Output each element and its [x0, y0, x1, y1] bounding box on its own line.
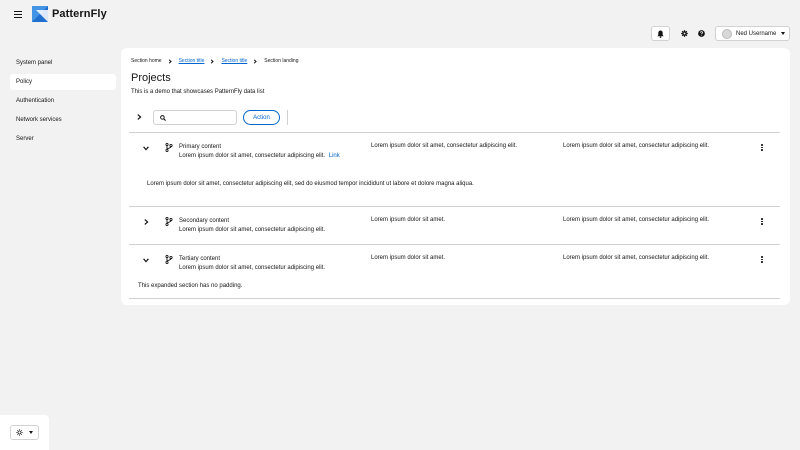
chevron-right-icon: [144, 219, 149, 225]
settings-button[interactable]: [676, 26, 692, 40]
row-title: Primary content: [179, 144, 222, 150]
page-description: This is a demo that showcases PatternFly…: [131, 89, 265, 95]
gear-icon: [680, 29, 688, 37]
toolbar-expand-toggle[interactable]: [136, 114, 142, 120]
chevron-down-icon: [143, 258, 149, 263]
row-subtitle: Lorem ipsum dolor sit amet, consectetur …: [179, 227, 326, 233]
help-icon: [697, 29, 705, 37]
brand-name: PatternFly: [52, 8, 107, 20]
row-subtitle-line: Lorem ipsum dolor sit amet, consectetur …: [179, 152, 340, 161]
action-button[interactable]: Action: [243, 110, 280, 125]
breadcrumb-link[interactable]: Section title: [179, 58, 205, 64]
sidebar-item-label: Policy: [16, 79, 33, 85]
search-input[interactable]: [170, 114, 230, 121]
row-expanded-content: This expanded section has no padding.: [138, 283, 243, 289]
masthead: PatternFly Ned Username: [0, 0, 800, 44]
data-list-row: Tertiary content Lorem ipsum dolor sit a…: [129, 245, 780, 299]
sidebar-item-label: System panel: [16, 60, 53, 66]
chevron-right-icon: [137, 114, 142, 120]
main-panel: Section home Section title Section title…: [121, 48, 790, 305]
caret-down-icon: [29, 431, 33, 434]
code-branch-icon: [165, 255, 173, 264]
breadcrumb-item-home[interactable]: Section home: [131, 58, 162, 64]
row-title: Tertiary content: [179, 256, 221, 262]
row-toggle[interactable]: [142, 144, 150, 152]
sidebar-item-label: Authentication: [16, 98, 55, 104]
user-menu-toggle[interactable]: Ned Username: [715, 26, 790, 41]
kebab-icon[interactable]: [759, 143, 765, 152]
breadcrumb: Section home Section title Section title…: [131, 58, 299, 64]
row-expanded-content: Lorem ipsum dolor sit amet, consectetur …: [147, 181, 474, 187]
patternfly-logo-icon: [32, 6, 48, 22]
row-cell-2: Lorem ipsum dolor sit amet.: [371, 217, 446, 223]
breadcrumb-current: Section landing: [264, 58, 299, 64]
sidebar-nav: System panel Policy Authentication Netwo…: [10, 55, 116, 150]
notifications-button[interactable]: [651, 26, 670, 41]
kebab-icon[interactable]: [759, 217, 765, 226]
sidebar-item-network-services[interactable]: Network services: [10, 112, 116, 128]
row-primary-cell: Tertiary content Lorem ipsum dolor sit a…: [179, 255, 325, 273]
sidebar-item-authentication[interactable]: Authentication: [10, 93, 116, 109]
row-link[interactable]: Link: [329, 153, 340, 159]
sidebar-item-server[interactable]: Server: [10, 131, 116, 147]
row-toggle[interactable]: [142, 256, 150, 264]
row-cell-3: Lorem ipsum dolor sit amet, consectetur …: [563, 217, 710, 223]
row-cell-3: Lorem ipsum dolor sit amet, consectetur …: [563, 143, 710, 149]
theme-switcher-button[interactable]: [10, 425, 39, 440]
page-title: Projects: [131, 72, 171, 84]
theme-icon: [16, 429, 23, 436]
caret-down-icon: [781, 32, 786, 35]
chevron-right-icon: [166, 58, 172, 64]
row-cell-3: Lorem ipsum dolor sit amet, consectetur …: [563, 255, 710, 261]
avatar: [722, 28, 732, 39]
row-primary-cell: Secondary content Lorem ipsum dolor sit …: [179, 217, 325, 235]
data-list: Primary content Lorem ipsum dolor sit am…: [129, 132, 780, 299]
bell-icon: [657, 30, 664, 38]
code-branch-icon: [165, 143, 173, 152]
search-field[interactable]: [153, 110, 237, 125]
sidebar-item-label: Server: [16, 136, 34, 142]
row-toggle[interactable]: [142, 218, 150, 226]
row-subtitle: Lorem ipsum dolor sit amet, consectetur …: [179, 265, 326, 271]
user-name: Ned Username: [736, 30, 777, 37]
breadcrumb-link[interactable]: Section title: [221, 58, 247, 64]
chevron-right-icon: [209, 58, 215, 64]
chevron-down-icon: [143, 146, 149, 151]
row-cell-2: Lorem ipsum dolor sit amet.: [371, 255, 446, 261]
data-list-row: Secondary content Lorem ipsum dolor sit …: [129, 207, 780, 245]
row-cell-2: Lorem ipsum dolor sit amet, consectetur …: [371, 143, 518, 149]
data-list-row: Primary content Lorem ipsum dolor sit am…: [129, 133, 780, 207]
kebab-icon[interactable]: [759, 255, 765, 264]
help-button[interactable]: [693, 26, 709, 40]
brand-logo[interactable]: PatternFly: [32, 6, 107, 22]
row-primary-cell: Primary content Lorem ipsum dolor sit am…: [179, 143, 340, 161]
search-icon: [160, 114, 166, 121]
sidebar-item-policy[interactable]: Policy: [10, 74, 116, 90]
code-branch-icon: [165, 217, 173, 226]
sidebar-item-label: Network services: [16, 117, 62, 123]
row-subtitle: Lorem ipsum dolor sit amet, consectetur …: [179, 153, 326, 159]
sidebar-item-system-panel[interactable]: System panel: [10, 55, 116, 71]
menu-icon[interactable]: [14, 11, 22, 18]
row-title: Secondary content: [179, 218, 230, 224]
chevron-right-icon: [252, 58, 257, 64]
toolbar-divider: [287, 110, 288, 125]
